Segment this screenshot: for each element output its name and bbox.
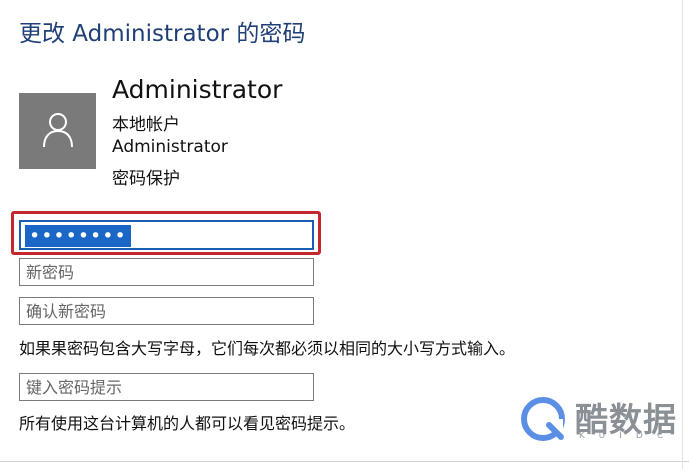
hint-visibility-note: 所有使用这台计算机的人都可以看见密码提示。 [19, 414, 356, 433]
account-name: Administrator [112, 75, 283, 104]
avatar [19, 93, 96, 169]
dialog-title: 更改 Administrator 的密码 [19, 21, 306, 47]
user-icon [43, 113, 73, 148]
case-sensitivity-note: 如果果密码包含大写字母，它们每次都必须以相同的大小写方式输入。 [19, 339, 516, 358]
current-password-field[interactable]: •••••••• [19, 220, 314, 250]
new-password-input[interactable] [19, 258, 314, 286]
account-username: Administrator [112, 137, 228, 157]
watermark: 酷数据 KUIDC [519, 393, 684, 445]
watermark-sub: KUIDC [579, 431, 678, 441]
confirm-password-input[interactable] [19, 297, 314, 325]
watermark-logo-icon [521, 397, 565, 441]
current-password-value: •••••••• [25, 225, 131, 247]
account-protection: 密码保护 [112, 169, 180, 189]
account-type: 本地帐户 [112, 115, 180, 135]
bottom-divider [0, 461, 689, 462]
password-hint-input[interactable] [19, 373, 314, 401]
